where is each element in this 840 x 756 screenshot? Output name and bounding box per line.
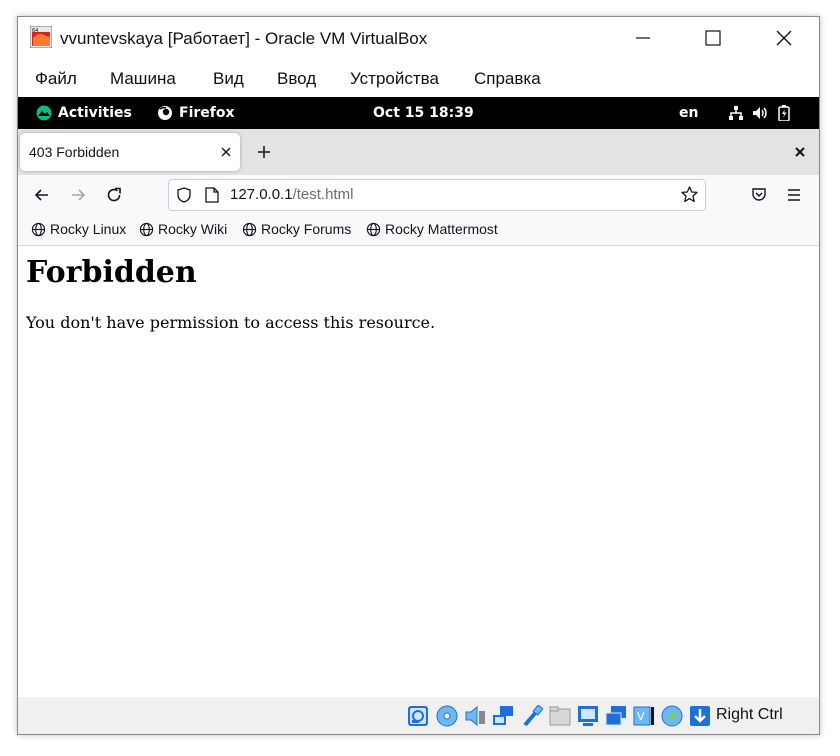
battery-icon bbox=[778, 105, 790, 121]
bookmark-star-icon[interactable] bbox=[681, 186, 698, 203]
globe-icon bbox=[31, 222, 46, 236]
close-browser-icon[interactable] bbox=[795, 147, 805, 157]
tab-title: 403 Forbidden bbox=[29, 144, 120, 160]
close-icon bbox=[776, 30, 792, 46]
vbox-status-bar: V Right Ctrl bbox=[18, 697, 819, 734]
maximize-button[interactable] bbox=[691, 23, 735, 53]
url-path: /test.html bbox=[292, 186, 354, 203]
virtualbox-window: 64 vvuntevskaya [Работает] - Oracle VM V… bbox=[17, 16, 820, 735]
video-capture-icon[interactable] bbox=[605, 705, 627, 727]
bookmarks-toolbar: Rocky Linux Rocky Wiki Rocky Forums Rock… bbox=[18, 215, 819, 246]
app-name: Firefox bbox=[179, 105, 235, 121]
keyboard-icon[interactable] bbox=[689, 705, 711, 727]
volume-icon bbox=[753, 107, 767, 119]
gnome-top-bar: Activities Firefox Oct 15 18:39 en bbox=[18, 97, 819, 129]
network-icon[interactable] bbox=[492, 705, 514, 727]
display-icon[interactable] bbox=[577, 705, 599, 727]
keyboard-layout[interactable]: en bbox=[679, 105, 698, 121]
tab-active[interactable]: 403 Forbidden bbox=[20, 133, 240, 171]
menu-file[interactable]: Файл bbox=[35, 69, 77, 89]
tab-strip: 403 Forbidden bbox=[18, 129, 819, 175]
menu-machine[interactable]: Машина bbox=[110, 69, 176, 89]
tracking-protection-shield-icon[interactable] bbox=[176, 187, 192, 203]
bookmark-label: Rocky Forums bbox=[261, 221, 352, 237]
window-title: vvuntevskaya [Работает] - Oracle VM Virt… bbox=[60, 29, 428, 48]
navigation-toolbar: 127.0.0.1/test.html bbox=[18, 175, 819, 215]
clock[interactable]: Oct 15 18:39 bbox=[373, 105, 474, 121]
page-heading: Forbidden bbox=[26, 255, 197, 290]
vm-display[interactable]: Activities Firefox Oct 15 18:39 en 403 F… bbox=[18, 97, 819, 697]
globe-icon bbox=[242, 222, 257, 236]
reload-icon[interactable] bbox=[106, 187, 122, 203]
audio-icon[interactable] bbox=[464, 705, 486, 727]
new-tab-icon[interactable] bbox=[257, 145, 271, 159]
optical-drive-icon[interactable] bbox=[436, 705, 458, 727]
close-window-button[interactable] bbox=[762, 23, 806, 53]
activities-button[interactable]: Activities bbox=[36, 105, 132, 121]
minimize-button[interactable] bbox=[621, 23, 665, 53]
system-status-menu[interactable] bbox=[728, 105, 790, 121]
page-content: Forbidden You don't have permission to a… bbox=[18, 246, 819, 697]
menu-devices[interactable]: Устройства bbox=[350, 69, 439, 89]
firefox-icon bbox=[158, 106, 172, 120]
pocket-icon[interactable] bbox=[751, 187, 767, 203]
shared-folders-icon[interactable] bbox=[549, 705, 571, 727]
window-title-bar[interactable]: 64 vvuntevskaya [Работает] - Oracle VM V… bbox=[18, 17, 819, 61]
activities-label: Activities bbox=[58, 105, 132, 121]
bookmark-rocky-mattermost[interactable]: Rocky Mattermost bbox=[366, 221, 498, 237]
hard-disk-icon[interactable] bbox=[407, 705, 429, 727]
maximize-icon bbox=[705, 30, 721, 46]
svg-text:64: 64 bbox=[32, 28, 38, 34]
bookmark-rocky-linux[interactable]: Rocky Linux bbox=[31, 221, 126, 237]
bookmark-label: Rocky Wiki bbox=[158, 221, 228, 237]
usb-icon[interactable] bbox=[521, 705, 543, 727]
rocky-logo-icon bbox=[36, 105, 52, 121]
page-message: You don't have permission to access this… bbox=[26, 313, 436, 332]
globe-icon bbox=[139, 222, 154, 236]
bookmark-label: Rocky Linux bbox=[50, 221, 127, 237]
bookmark-label: Rocky Mattermost bbox=[385, 221, 498, 237]
url-bar[interactable]: 127.0.0.1/test.html bbox=[168, 179, 706, 211]
minimize-icon bbox=[636, 37, 650, 39]
mouse-integration-icon[interactable] bbox=[661, 705, 683, 727]
forward-arrow-icon[interactable] bbox=[70, 187, 86, 203]
host-key-label: Right Ctrl bbox=[716, 706, 783, 723]
bookmark-rocky-forums[interactable]: Rocky Forums bbox=[242, 221, 351, 237]
url-host: 127.0.0.1 bbox=[230, 186, 293, 203]
menu-view[interactable]: Вид bbox=[213, 69, 244, 89]
page-info-icon[interactable] bbox=[205, 187, 219, 203]
virtualbox-app-icon: 64 bbox=[30, 26, 52, 48]
close-tab-icon[interactable] bbox=[221, 147, 231, 157]
svg-text:V: V bbox=[637, 710, 645, 723]
network-wired-icon bbox=[729, 106, 743, 120]
bookmark-rocky-wiki[interactable]: Rocky Wiki bbox=[139, 221, 227, 237]
app-menu[interactable]: Firefox bbox=[157, 105, 235, 121]
menu-input[interactable]: Ввод bbox=[277, 69, 316, 89]
back-arrow-icon[interactable] bbox=[34, 187, 50, 203]
menu-help[interactable]: Справка bbox=[474, 69, 541, 89]
hamburger-menu-icon[interactable] bbox=[787, 187, 801, 203]
url-text[interactable]: 127.0.0.1/test.html bbox=[230, 186, 353, 203]
globe-icon bbox=[366, 222, 381, 236]
vbox-menubar: Файл Машина Вид Ввод Устройства Справка bbox=[18, 61, 819, 97]
guest-additions-icon[interactable]: V bbox=[633, 705, 655, 727]
